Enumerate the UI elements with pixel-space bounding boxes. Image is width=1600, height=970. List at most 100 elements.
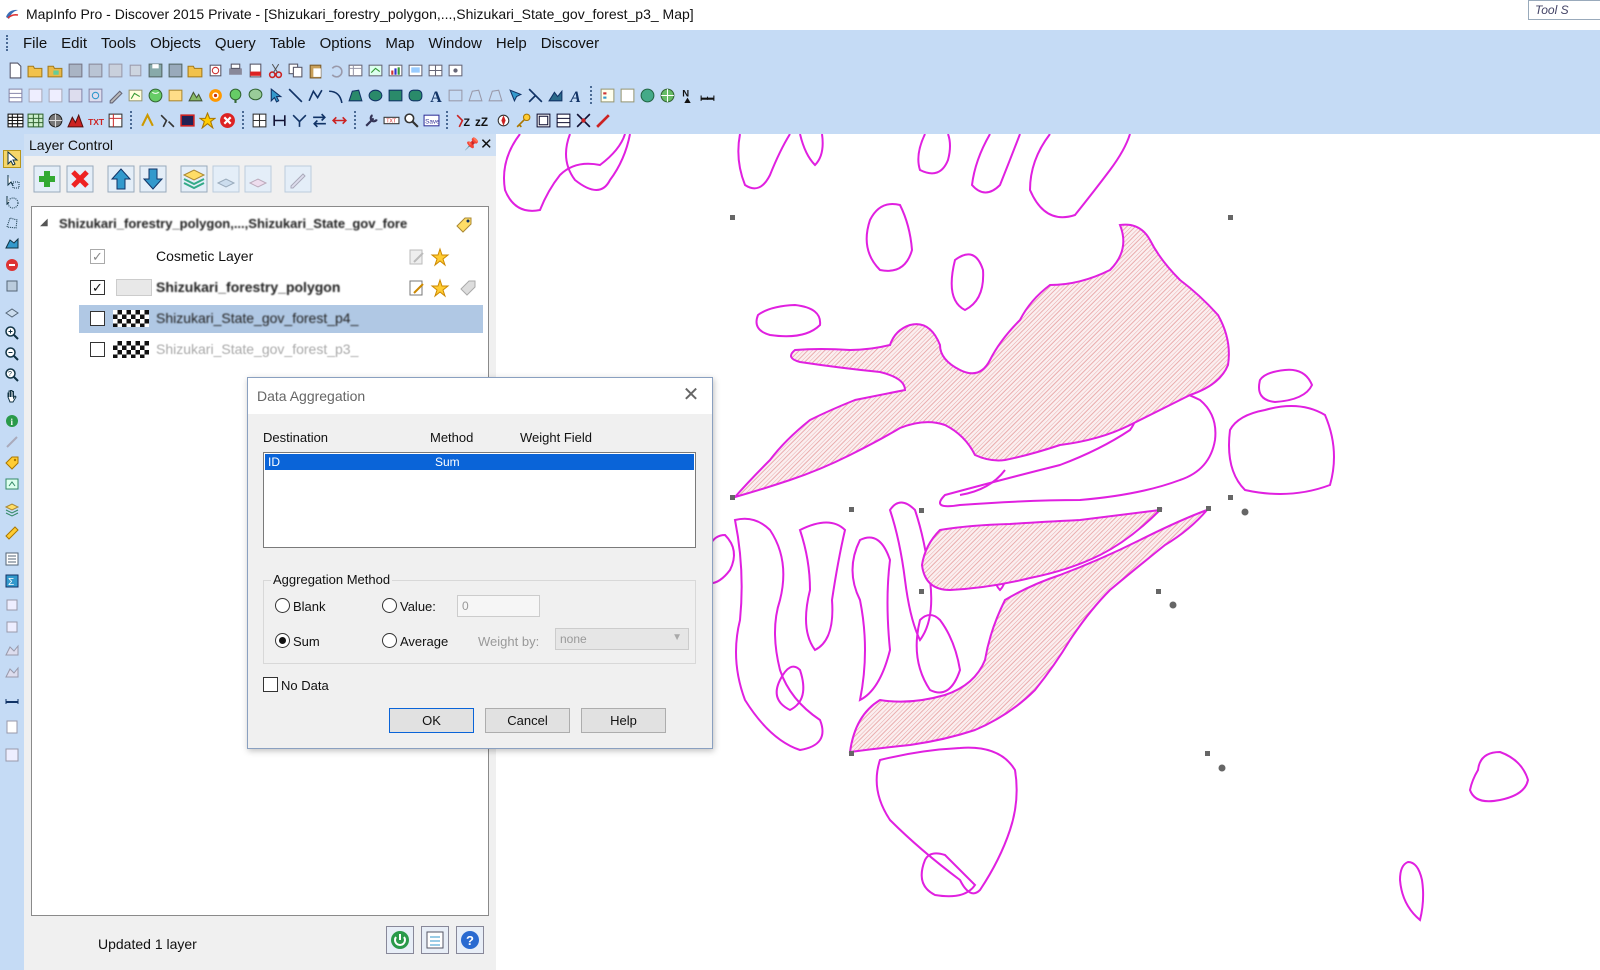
remove-layer-button[interactable]	[65, 164, 95, 194]
marquee-select-icon[interactable]	[3, 172, 21, 190]
editable-icon[interactable]	[407, 278, 427, 298]
unselect-all-icon[interactable]	[3, 256, 21, 274]
text-transform-icon[interactable]: TXT	[86, 111, 105, 130]
apply-button[interactable]	[386, 926, 414, 954]
save-icon[interactable]	[146, 61, 165, 80]
blank-radio[interactable]	[275, 598, 290, 613]
grid-frame-icon[interactable]	[554, 111, 573, 130]
toolbar-grip[interactable]	[354, 111, 357, 129]
scale-line-icon[interactable]	[3, 690, 21, 708]
hotlink-icon[interactable]	[3, 433, 21, 451]
table-edit-icon[interactable]	[66, 86, 85, 105]
new-grapher-icon[interactable]	[386, 61, 405, 80]
grid-table-2-icon[interactable]	[26, 111, 45, 130]
polygon-select-icon[interactable]	[3, 214, 21, 232]
map-table-icon[interactable]	[126, 86, 145, 105]
help-button[interactable]: ?	[456, 926, 484, 954]
toolbar-grip[interactable]	[242, 111, 245, 129]
value-input[interactable]: 0	[457, 595, 540, 617]
line-survey-icon[interactable]	[158, 111, 177, 130]
save-copy-icon[interactable]	[86, 61, 105, 80]
ruler-grid-icon[interactable]	[250, 111, 269, 130]
clip-region-icon[interactable]	[3, 596, 21, 614]
layout-frame-icon[interactable]	[534, 111, 553, 130]
zz-icon[interactable]: zZ	[474, 111, 493, 130]
selectable-icon[interactable]	[430, 247, 450, 267]
new-browser-icon[interactable]	[346, 61, 365, 80]
print-preview-icon[interactable]	[206, 61, 225, 80]
new-layout-icon[interactable]	[406, 61, 425, 80]
radius-select-icon[interactable]	[3, 193, 21, 211]
browser-grid-icon[interactable]	[6, 111, 25, 130]
save-table-icon[interactable]	[66, 61, 85, 80]
tab-grid-icon[interactable]	[106, 111, 125, 130]
pdf-icon[interactable]	[246, 61, 265, 80]
cancel-button[interactable]: Cancel	[485, 708, 570, 733]
web-map-icon[interactable]	[658, 86, 677, 105]
symbol-style-icon[interactable]	[506, 86, 525, 105]
value-radio[interactable]	[382, 598, 397, 613]
ok-button[interactable]: OK	[389, 708, 474, 733]
measure-distance-icon[interactable]	[270, 111, 289, 130]
favorite-star-icon[interactable]	[198, 111, 217, 130]
new-table-icon[interactable]	[6, 61, 25, 80]
pin-icon[interactable]: 📌	[464, 137, 479, 151]
print-icon[interactable]	[226, 61, 245, 80]
layer-visibility-checkbox[interactable]	[90, 311, 105, 326]
drag-map-window-icon[interactable]	[3, 475, 21, 493]
layer-options-button[interactable]	[421, 926, 449, 954]
theme-legend-icon[interactable]	[618, 86, 637, 105]
menu-query[interactable]: Query	[208, 35, 263, 52]
paste-icon[interactable]	[306, 61, 325, 80]
frame-tool-icon[interactable]	[446, 86, 465, 105]
region-style-icon[interactable]	[546, 86, 565, 105]
stop-icon[interactable]	[218, 111, 237, 130]
ellipse-tool-icon[interactable]	[366, 86, 385, 105]
redistricter-icon[interactable]	[426, 61, 445, 80]
pencil-table-icon[interactable]	[106, 86, 125, 105]
text-tool-icon[interactable]: A	[426, 86, 445, 105]
select-arrow-icon[interactable]	[266, 86, 285, 105]
menu-discover[interactable]: Discover	[534, 35, 606, 52]
label-tag-icon[interactable]	[458, 278, 478, 298]
menu-tools[interactable]: Tools	[94, 35, 143, 52]
invert-selection-icon[interactable]	[3, 277, 21, 295]
add-node-icon[interactable]	[486, 86, 505, 105]
layer-label-button[interactable]	[243, 164, 273, 194]
menu-file[interactable]: File	[16, 35, 54, 52]
tools-wrench-icon[interactable]	[362, 111, 381, 130]
label-tool-icon[interactable]	[3, 454, 21, 472]
set-target-icon[interactable]	[3, 618, 21, 636]
collapse-arrow-icon[interactable]: ◢	[40, 217, 48, 228]
no-data-checkbox[interactable]	[263, 677, 278, 692]
tool-search-input[interactable]: Tool S	[1528, 0, 1600, 20]
average-radio[interactable]	[382, 633, 397, 648]
geocode-icon[interactable]	[226, 86, 245, 105]
open-folder-icon[interactable]	[186, 61, 205, 80]
sort-za-icon[interactable]: Z	[454, 111, 473, 130]
text-field-icon[interactable]: TXT	[382, 111, 401, 130]
cut-icon[interactable]	[266, 61, 285, 80]
globe-icon[interactable]	[146, 86, 165, 105]
menu-window[interactable]: Window	[422, 35, 489, 52]
zoom-data-icon[interactable]	[402, 111, 421, 130]
arc-tool-icon[interactable]	[326, 86, 345, 105]
document-icon[interactable]	[3, 718, 21, 736]
image-table-icon[interactable]	[166, 86, 185, 105]
table-link-icon[interactable]	[46, 86, 65, 105]
map-root-row[interactable]: ◢ Shizukari_forestry_polygon,...,Shizuka…	[32, 211, 488, 239]
zoom-in-icon[interactable]	[3, 324, 21, 342]
undo-icon[interactable]	[326, 61, 345, 80]
data-globe-icon[interactable]	[46, 111, 65, 130]
menu-options[interactable]: Options	[313, 35, 379, 52]
world-icon[interactable]	[638, 86, 657, 105]
layer-select-icon[interactable]	[3, 302, 21, 320]
layer-row-forestry-polygon[interactable]: ✓ Shizukari_forestry_polygon	[32, 274, 488, 302]
map-label-icon[interactable]	[454, 215, 474, 235]
polygon-tool-icon[interactable]	[346, 86, 365, 105]
compass-icon[interactable]	[494, 111, 513, 130]
polyline-tool-icon[interactable]	[306, 86, 325, 105]
close-icon[interactable]: ✕	[680, 384, 702, 406]
survey-icon[interactable]	[138, 111, 157, 130]
crosshair-icon[interactable]	[574, 111, 593, 130]
